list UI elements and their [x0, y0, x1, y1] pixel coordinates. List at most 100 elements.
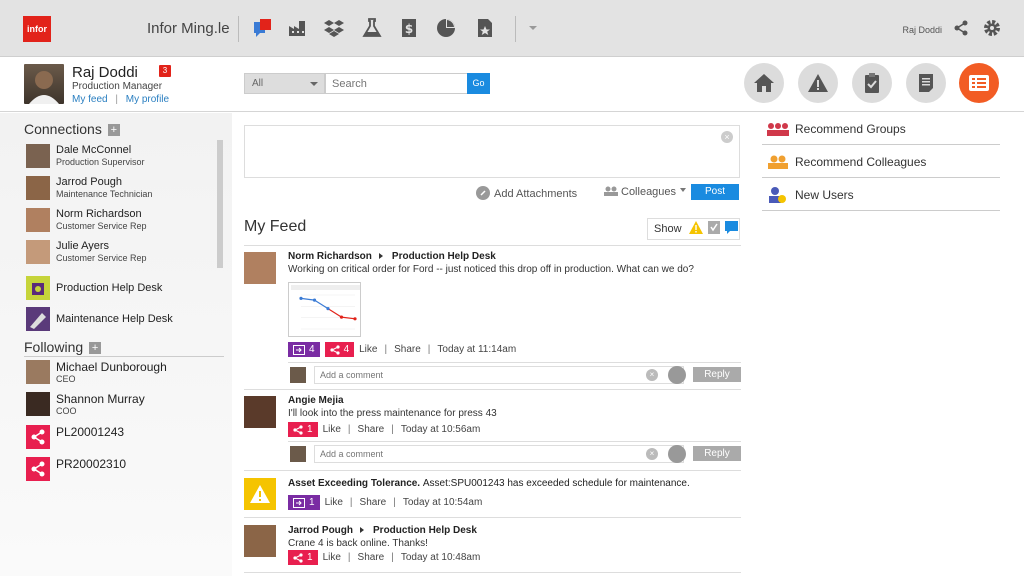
new-users-item[interactable]: New Users [762, 179, 1000, 211]
notes-nav-button[interactable] [906, 63, 946, 103]
chevron-down-icon[interactable] [521, 16, 545, 40]
paperclip-icon[interactable] [668, 445, 686, 463]
pie-chart-icon[interactable] [434, 16, 458, 40]
post-target-link[interactable]: Production Help Desk [373, 525, 477, 536]
reply-button[interactable]: Reply [693, 446, 741, 461]
tasks-badge[interactable]: 1 [288, 495, 320, 510]
audience-select[interactable]: Colleagues [604, 186, 687, 198]
my-feed-link[interactable]: My feed [72, 94, 108, 105]
share-icon [293, 552, 303, 563]
connection-item[interactable]: Jarrod Pough Maintenance Technician [24, 173, 224, 203]
group-avatar-icon [26, 307, 50, 331]
following-item[interactable]: PR20002310 [24, 454, 224, 484]
share-link[interactable]: Share [394, 344, 421, 355]
task-filter-icon[interactable] [707, 220, 720, 234]
show-filter[interactable]: Show [647, 218, 740, 240]
post-target-link[interactable]: Production Help Desk [392, 251, 496, 262]
my-profile-link[interactable]: My profile [126, 94, 169, 105]
comment-input[interactable] [314, 366, 684, 384]
feed-title: My Feed [244, 218, 307, 235]
flask-icon[interactable] [360, 16, 384, 40]
mini-chart-segment [341, 316, 356, 320]
connection-role: Production Supervisor [56, 157, 145, 167]
gear-icon[interactable] [982, 18, 1002, 38]
clear-icon[interactable]: × [646, 369, 658, 381]
share-link[interactable]: Share [358, 424, 385, 435]
following-name: PR20002310 [56, 457, 127, 471]
warning-filter-icon[interactable] [688, 221, 703, 234]
paperclip-icon[interactable] [668, 366, 686, 384]
post-meta: 4 4 Like | Share | Today at 11:14am [288, 342, 516, 357]
following-header: Following + [24, 339, 102, 355]
infor-logo[interactable]: infor [23, 16, 51, 42]
clear-icon[interactable]: × [646, 448, 658, 460]
groups-icon [766, 122, 789, 136]
dropbox-icon[interactable] [322, 16, 346, 40]
avatar[interactable] [244, 396, 276, 428]
post-meta: 1 Like | Share | Today at 10:56am [288, 422, 480, 437]
alerts-nav-button[interactable] [798, 63, 838, 103]
avatar [26, 208, 50, 232]
topbar-username[interactable]: Raj Doddi [902, 25, 942, 35]
notes-icon [919, 74, 933, 92]
group-item[interactable]: Production Help Desk [24, 273, 224, 303]
dollar-doc-icon[interactable]: $ [397, 16, 421, 40]
share-icon[interactable] [951, 18, 971, 38]
post-composer[interactable]: × [244, 125, 740, 178]
comment-input[interactable] [314, 445, 684, 463]
divider [244, 572, 741, 573]
home-icon [754, 74, 774, 92]
search-scope-select[interactable]: All [244, 73, 325, 94]
close-icon[interactable]: × [721, 131, 733, 143]
connection-item[interactable]: Norm Richardson Customer Service Rep [24, 205, 224, 235]
starred-doc-icon[interactable] [473, 16, 497, 40]
factory-icon[interactable] [286, 16, 310, 40]
recommend-colleagues-item[interactable]: Recommend Colleagues [762, 146, 1000, 178]
post-author-link[interactable]: Jarrod Pough [288, 525, 353, 536]
avatar[interactable] [24, 64, 64, 104]
comment-row: × Reply [288, 444, 741, 464]
alert-title[interactable]: Asset Exceeding Tolerance. [288, 478, 420, 489]
like-link[interactable]: Like [325, 497, 343, 508]
like-link[interactable]: Like [323, 424, 341, 435]
search-input[interactable] [325, 73, 468, 94]
following-item[interactable]: Michael Dunborough CEO [24, 357, 224, 387]
post-author-link[interactable]: Norm Richardson [288, 251, 372, 262]
avatar[interactable] [244, 252, 276, 284]
like-link[interactable]: Like [359, 344, 377, 355]
feed-nav-button[interactable] [959, 63, 999, 103]
shares-badge[interactable]: 1 [288, 422, 318, 437]
post-author-link[interactable]: Angie Mejia [288, 395, 344, 406]
group-item[interactable]: Maintenance Help Desk [24, 304, 224, 334]
attachment-chart-thumbnail[interactable] [288, 282, 361, 337]
connection-item[interactable]: Dale McConnel Production Supervisor [24, 141, 224, 171]
mini-line-chart [291, 285, 360, 330]
following-item[interactable]: Shannon Murray COO [24, 389, 224, 419]
tasks-badge[interactable]: 4 [288, 342, 320, 357]
connection-name: Jarrod Pough [56, 176, 123, 188]
recommend-groups-item[interactable]: Recommend Groups [762, 113, 1000, 145]
reply-button[interactable]: Reply [693, 367, 741, 382]
shares-badge[interactable]: 1 [288, 550, 318, 565]
like-link[interactable]: Like [323, 552, 341, 563]
warning-icon[interactable] [244, 478, 276, 510]
connection-item[interactable]: Julie Ayers Customer Service Rep [24, 237, 224, 267]
add-attachments-button[interactable]: Add Attachments [476, 186, 577, 200]
post-button[interactable]: Post [691, 184, 739, 200]
comment-filter-icon[interactable] [724, 221, 738, 234]
search-go-button[interactable]: Go [467, 73, 490, 94]
add-following-icon[interactable]: + [89, 342, 102, 354]
avatar[interactable] [244, 525, 276, 557]
share-network-icon [26, 457, 50, 481]
chat-icon[interactable] [251, 16, 275, 40]
share-link[interactable]: Share [358, 552, 385, 563]
shares-badge[interactable]: 4 [324, 342, 355, 357]
task-icon [293, 344, 305, 355]
avatar [26, 392, 50, 416]
home-nav-button[interactable] [744, 63, 784, 103]
share-link[interactable]: Share [360, 497, 387, 508]
add-connection-icon[interactable]: + [107, 124, 120, 136]
notification-badge[interactable]: 3 [159, 65, 171, 77]
tasks-nav-button[interactable] [852, 63, 892, 103]
following-item[interactable]: PL20001243 [24, 422, 224, 452]
